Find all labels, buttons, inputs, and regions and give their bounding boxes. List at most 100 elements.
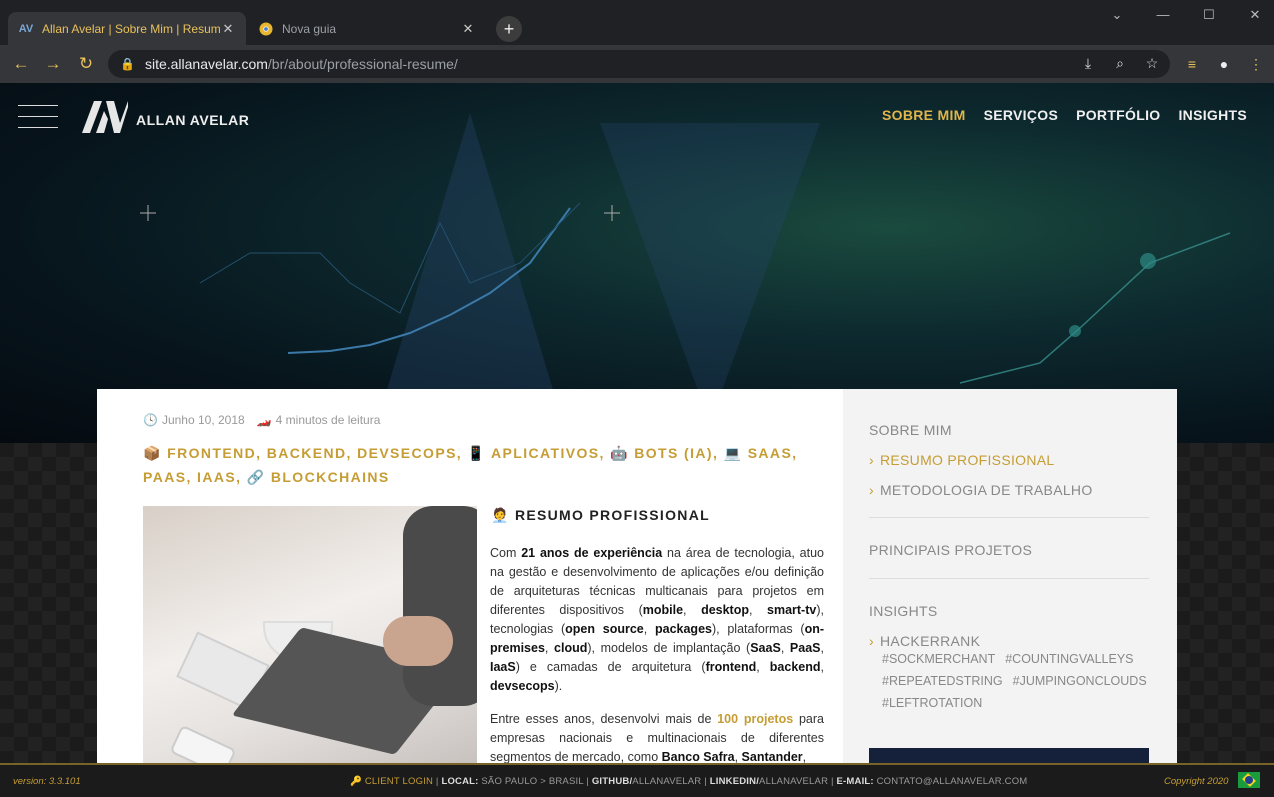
media-control-icon[interactable]: ≡ <box>1180 53 1204 77</box>
category-link[interactable]: APLICATIVOS, <box>491 445 605 461</box>
emphasis-text: frontend <box>705 660 757 674</box>
chevron-right-icon: › <box>869 482 874 498</box>
body-text: , <box>820 641 824 655</box>
github-label[interactable]: GITHUB/ <box>592 776 632 787</box>
forward-icon[interactable]: → <box>42 53 64 75</box>
tab-search-icon[interactable]: ⌄ <box>1094 0 1140 30</box>
emphasis-text: 21 anos de experiência <box>521 546 663 560</box>
tag-link[interactable]: #JUMPINGONCLOUDS <box>1013 670 1147 692</box>
site-logo[interactable]: ALLAN AVELAR <box>82 101 249 133</box>
body-text: , <box>734 750 742 764</box>
read-time: 4 minutos de leitura <box>275 413 381 427</box>
chevron-right-icon: › <box>869 633 874 649</box>
body-text: , <box>780 641 790 655</box>
chrome-icon <box>258 21 274 37</box>
category-emoji-icon: 📦 <box>143 445 162 461</box>
person-icon: 🧑‍💼 <box>491 507 510 523</box>
tag-link[interactable]: #COUNTINGVALLEYS <box>1005 648 1133 670</box>
body-text: Entre esses anos, desenvolvi mais de <box>490 712 718 726</box>
back-icon[interactable]: ← <box>10 53 32 75</box>
emphasis-text: Banco Safra <box>661 750 735 764</box>
bookmark-star-icon[interactable]: ☆ <box>1140 51 1164 75</box>
tab-active[interactable]: AV Allan Avelar | Sobre Mim | Resum ✕ <box>8 12 246 45</box>
body-text: , <box>756 660 770 674</box>
lock-icon: 🔒 <box>120 57 135 71</box>
minimize-icon[interactable]: — <box>1140 0 1186 30</box>
maximize-icon[interactable]: ☐ <box>1186 0 1232 30</box>
site-navbar: ALLAN AVELAR SOBRE MIM SERVIÇOS PORTFÓLI… <box>0 83 1274 153</box>
footer-links: 🔑 CLIENT LOGIN | LOCAL: SÃO PAULO > BRAS… <box>350 776 1028 787</box>
av-logo-icon <box>82 101 128 133</box>
category-link[interactable]: BOTS (IA), <box>634 445 718 461</box>
category-link[interactable]: PAAS, IAAS, <box>143 469 241 485</box>
photo-hand <box>383 616 453 666</box>
linkedin-value[interactable]: ALLANAVELAR <box>759 776 828 787</box>
body-text: ), plataformas ( <box>711 622 805 636</box>
body-text: Com <box>490 546 522 560</box>
body-text: , <box>802 750 807 764</box>
sidebar-heading-insights[interactable]: INSIGHTS <box>869 603 938 619</box>
local-value: SÃO PAULO > BRASIL <box>481 776 584 787</box>
tab-new[interactable]: Nova guia ✕ <box>248 12 486 45</box>
nav-servicos[interactable]: SERVIÇOS <box>984 107 1059 123</box>
body-text: ) e camadas de arquitetura ( <box>515 660 706 674</box>
brazil-flag-icon[interactable] <box>1238 772 1260 788</box>
category-link[interactable]: FRONTEND, BACKEND, DEVSECOPS, <box>167 445 462 461</box>
sidebar-item-hackerrank[interactable]: › HACKERRANK <box>869 633 980 649</box>
tag-link[interactable]: #SOCKMERCHANT <box>882 648 995 670</box>
category-link[interactable]: SAAS, <box>748 445 798 461</box>
category-emoji-icon: 🔗 <box>246 469 266 485</box>
profile-icon[interactable]: ● <box>1212 53 1236 77</box>
close-tab-icon[interactable]: ✕ <box>460 21 476 37</box>
key-icon: 🔑 <box>350 776 363 787</box>
sidebar-item-label: HACKERRANK <box>879 633 981 649</box>
sidebar-item-resume[interactable]: › RESUMO PROFISSIONAL <box>869 452 1054 468</box>
article-date: Junho 10, 2018 <box>161 413 245 427</box>
url-path: /br/about/professional-resume/ <box>267 56 458 72</box>
install-app-icon[interactable]: ⤓ <box>1076 51 1100 75</box>
new-tab-button[interactable]: + <box>496 16 522 42</box>
zoom-icon[interactable]: ⌕ <box>1108 51 1132 75</box>
sidebar-tags: #SOCKMERCHANT #COUNTINGVALLEYS#REPEATEDST… <box>882 648 1162 714</box>
emphasis-text: Santander <box>741 750 803 764</box>
email-value[interactable]: CONTATO@ALLANAVELAR.COM <box>877 776 1028 787</box>
emphasis-text: devsecops <box>490 679 555 693</box>
tag-link[interactable]: #LEFTROTATION <box>882 692 982 714</box>
tab-title: Allan Avelar | Sobre Mim | Resum <box>42 21 220 36</box>
emphasis-text: PaaS <box>789 641 821 655</box>
paragraph-2: Entre esses anos, desenvolvi mais de 100… <box>490 710 824 767</box>
linkedin-label[interactable]: LINKEDIN/ <box>710 776 759 787</box>
body-text: ), modelos de implantação ( <box>587 641 751 655</box>
nav-portfolio[interactable]: PORTFÓLIO <box>1076 107 1160 123</box>
close-tab-icon[interactable]: ✕ <box>220 21 236 37</box>
reload-icon[interactable]: ↻ <box>75 53 97 75</box>
browser-tab-bar: AV Allan Avelar | Sobre Mim | Resum ✕ No… <box>0 0 1274 45</box>
body-text: , <box>749 603 768 617</box>
tag-link[interactable]: #REPEATEDSTRING <box>882 670 1003 692</box>
sidebar-heading-projects[interactable]: PRINCIPAIS PROJETOS <box>869 542 1032 558</box>
client-login-link[interactable]: CLIENT LOGIN <box>365 776 433 787</box>
sidebar-item-method[interactable]: › METODOLOGIA DE TRABALHO <box>869 482 1093 498</box>
car-icon: 🏎️ <box>256 413 272 427</box>
nav-insights[interactable]: INSIGHTS <box>1178 107 1247 123</box>
emphasis-text: cloud <box>554 641 588 655</box>
category-emoji-icon: 🤖 <box>610 445 629 461</box>
section-title: 🧑‍💼 RESUMO PROFISSIONAL <box>491 507 710 524</box>
clock-icon: 🕓 <box>143 413 158 427</box>
emphasis-text: smart-tv <box>767 603 817 617</box>
github-value[interactable]: ALLANAVELAR <box>632 776 701 787</box>
category-emoji-icon: 💻 <box>723 445 743 461</box>
sidebar-divider <box>869 578 1149 579</box>
address-bar[interactable]: 🔒 site.allanavelar.com/br/about/professi… <box>108 50 1170 78</box>
hamburger-menu-icon[interactable] <box>18 105 58 129</box>
category-link[interactable]: BLOCKCHAINS <box>271 469 390 485</box>
version-text: version: 3.3.101 <box>13 776 81 787</box>
menu-kebab-icon[interactable]: ⋮ <box>1244 53 1268 77</box>
body-text: , <box>820 660 824 674</box>
sidebar-heading-about[interactable]: SOBRE MIM <box>869 422 952 438</box>
web-page: ALLAN AVELAR SOBRE MIM SERVIÇOS PORTFÓLI… <box>0 83 1274 797</box>
copyright-text: Copyright 2020 <box>1164 776 1229 787</box>
nav-sobre-mim[interactable]: SOBRE MIM <box>882 107 966 123</box>
close-window-icon[interactable]: ✕ <box>1232 0 1274 30</box>
article-card: 🕓 Junho 10, 2018 🏎️ 4 minutos de leitura… <box>97 389 843 797</box>
